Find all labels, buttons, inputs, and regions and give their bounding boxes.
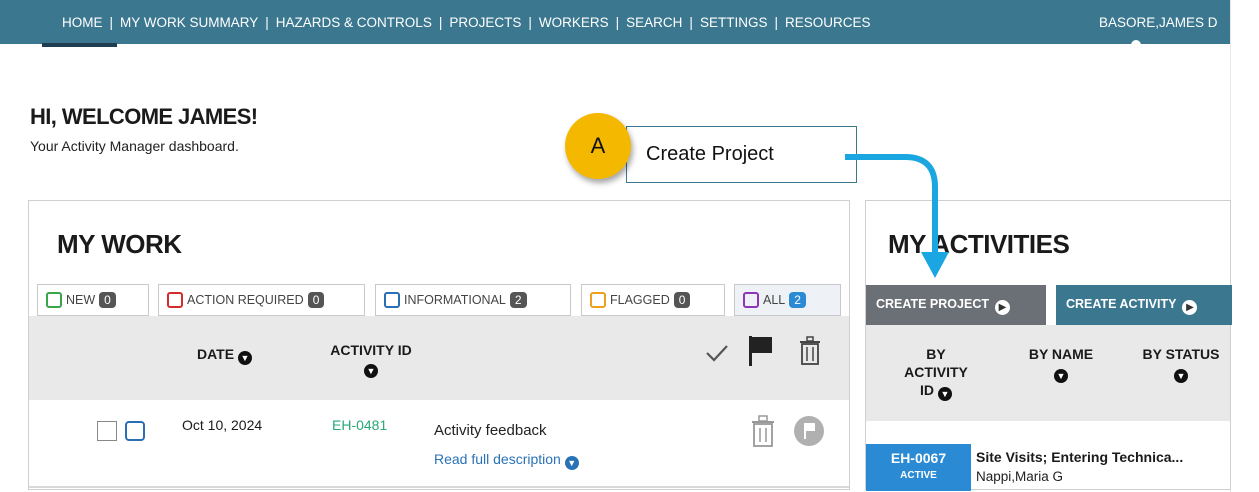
create-activity-button[interactable]: CREATE ACTIVITY ▶ bbox=[1056, 285, 1232, 325]
tab-flagged[interactable]: FLAGGED 0 bbox=[581, 284, 725, 316]
all-icon bbox=[743, 292, 759, 308]
tab-action-required-label: ACTION REQUIRED bbox=[187, 293, 304, 307]
tab-flagged-count: 0 bbox=[673, 292, 691, 308]
tab-informational-label: INFORMATIONAL bbox=[404, 293, 506, 307]
tab-all[interactable]: ALL 2 bbox=[734, 284, 841, 316]
sort-down-icon: ▼ bbox=[237, 351, 252, 365]
chevron-down-icon: ▼ bbox=[564, 456, 579, 470]
tab-informational-count: 2 bbox=[509, 292, 527, 308]
nav-workers[interactable]: WORKERS bbox=[539, 15, 609, 30]
tab-action-required-count: 0 bbox=[307, 292, 325, 308]
row-activity-id-link[interactable]: EH-0481 bbox=[332, 417, 387, 433]
flagged-icon bbox=[590, 292, 606, 308]
nav-hazards-controls[interactable]: HAZARDS & CONTROLS bbox=[276, 15, 432, 30]
tab-action-required[interactable]: ACTION REQUIRED 0 bbox=[158, 284, 365, 316]
nav-projects[interactable]: PROJECTS bbox=[449, 15, 521, 30]
page-title: HI, WELCOME JAMES! bbox=[30, 104, 258, 129]
my-work-title: MY WORK bbox=[57, 229, 182, 259]
check-icon[interactable] bbox=[705, 342, 729, 364]
nav-home[interactable]: HOME bbox=[42, 15, 116, 47]
tab-new[interactable]: NEW 0 bbox=[37, 284, 149, 316]
user-menu[interactable]: BASORE,JAMES D bbox=[1099, 15, 1218, 30]
page-subtitle: Your Activity Manager dashboard. bbox=[30, 138, 239, 154]
page-edge bbox=[1230, 0, 1259, 492]
column-by-name[interactable]: BY NAME ▼ bbox=[1016, 345, 1106, 383]
flag-circle-icon[interactable] bbox=[793, 415, 825, 447]
column-activity-id[interactable]: ACTIVITY ID ▼ bbox=[316, 342, 426, 378]
row-checkbox[interactable] bbox=[97, 421, 117, 441]
activity-status: ACTIVE bbox=[900, 470, 937, 481]
tab-all-count: 2 bbox=[789, 292, 806, 308]
sort-down-icon: ▼ bbox=[364, 364, 378, 378]
callout-text: Create Project bbox=[646, 143, 774, 165]
main-nav: HOME | MY WORK SUMMARY | HAZARDS & CONTROLS |… bbox=[42, 15, 871, 47]
activity-name[interactable]: Site Visits; Entering Technica... bbox=[976, 449, 1183, 465]
user-menu-indicator bbox=[1131, 40, 1141, 46]
my-activities-table-header: BY ACTIVITY ID ▼ BY NAME ▼ BY STATUS ▼ bbox=[866, 325, 1230, 421]
informational-icon bbox=[125, 421, 145, 441]
row-title: Activity feedback bbox=[434, 422, 547, 439]
sort-down-icon: ▼ bbox=[1054, 369, 1068, 383]
column-by-status[interactable]: BY STATUS ▼ bbox=[1131, 345, 1231, 383]
nav-my-work-summary[interactable]: MY WORK SUMMARY bbox=[120, 15, 258, 30]
tab-new-count: 0 bbox=[99, 292, 116, 308]
my-activities-panel: MY ACTIVITIES CREATE PROJECT ▶ CREATE ACT… bbox=[865, 200, 1232, 491]
activity-owner: Nappi,Maria G bbox=[976, 469, 1064, 484]
column-date[interactable]: DATE ▼ bbox=[197, 346, 252, 365]
activity-id-badge[interactable]: EH-0067 ACTIVE bbox=[866, 444, 971, 491]
tab-informational[interactable]: INFORMATIONAL 2 bbox=[375, 284, 571, 316]
nav-resources[interactable]: RESOURCES bbox=[785, 15, 871, 30]
my-activities-title: MY ACTIVITIES bbox=[888, 229, 1070, 259]
action-required-icon bbox=[167, 292, 183, 308]
read-description-link[interactable]: Read full description ▼ bbox=[434, 451, 579, 470]
my-work-panel: MY WORK NEW 0 ACTION REQUIRED 0 INFORMATIO… bbox=[28, 200, 850, 490]
nav-settings[interactable]: SETTINGS bbox=[700, 15, 768, 30]
row-date: Oct 10, 2024 bbox=[182, 417, 263, 433]
row-divider bbox=[29, 486, 849, 488]
my-work-table-header: DATE ▼ ACTIVITY ID ▼ bbox=[29, 316, 849, 400]
top-nav-bar: HOME | MY WORK SUMMARY | HAZARDS & CONTROLS |… bbox=[0, 0, 1230, 47]
sort-down-icon: ▼ bbox=[1174, 369, 1188, 383]
tab-flagged-label: FLAGGED bbox=[610, 293, 670, 307]
activity-id: EH-0067 bbox=[890, 450, 947, 466]
chevron-right-icon: ▶ bbox=[1182, 300, 1198, 315]
new-icon bbox=[46, 292, 62, 308]
tab-all-label: ALL bbox=[763, 293, 786, 307]
trash-icon[interactable] bbox=[797, 336, 823, 366]
sort-down-icon: ▼ bbox=[937, 387, 952, 401]
column-by-activity-id[interactable]: BY ACTIVITY ID ▼ bbox=[886, 345, 986, 401]
create-project-button[interactable]: CREATE PROJECT ▶ bbox=[866, 285, 1046, 325]
informational-icon bbox=[384, 292, 400, 308]
chevron-right-icon: ▶ bbox=[994, 300, 1010, 315]
tab-new-label: NEW bbox=[66, 293, 96, 307]
nav-search[interactable]: SEARCH bbox=[626, 15, 682, 30]
flag-icon[interactable] bbox=[747, 334, 775, 368]
trash-icon[interactable] bbox=[749, 415, 777, 449]
callout-badge: A bbox=[565, 113, 631, 179]
